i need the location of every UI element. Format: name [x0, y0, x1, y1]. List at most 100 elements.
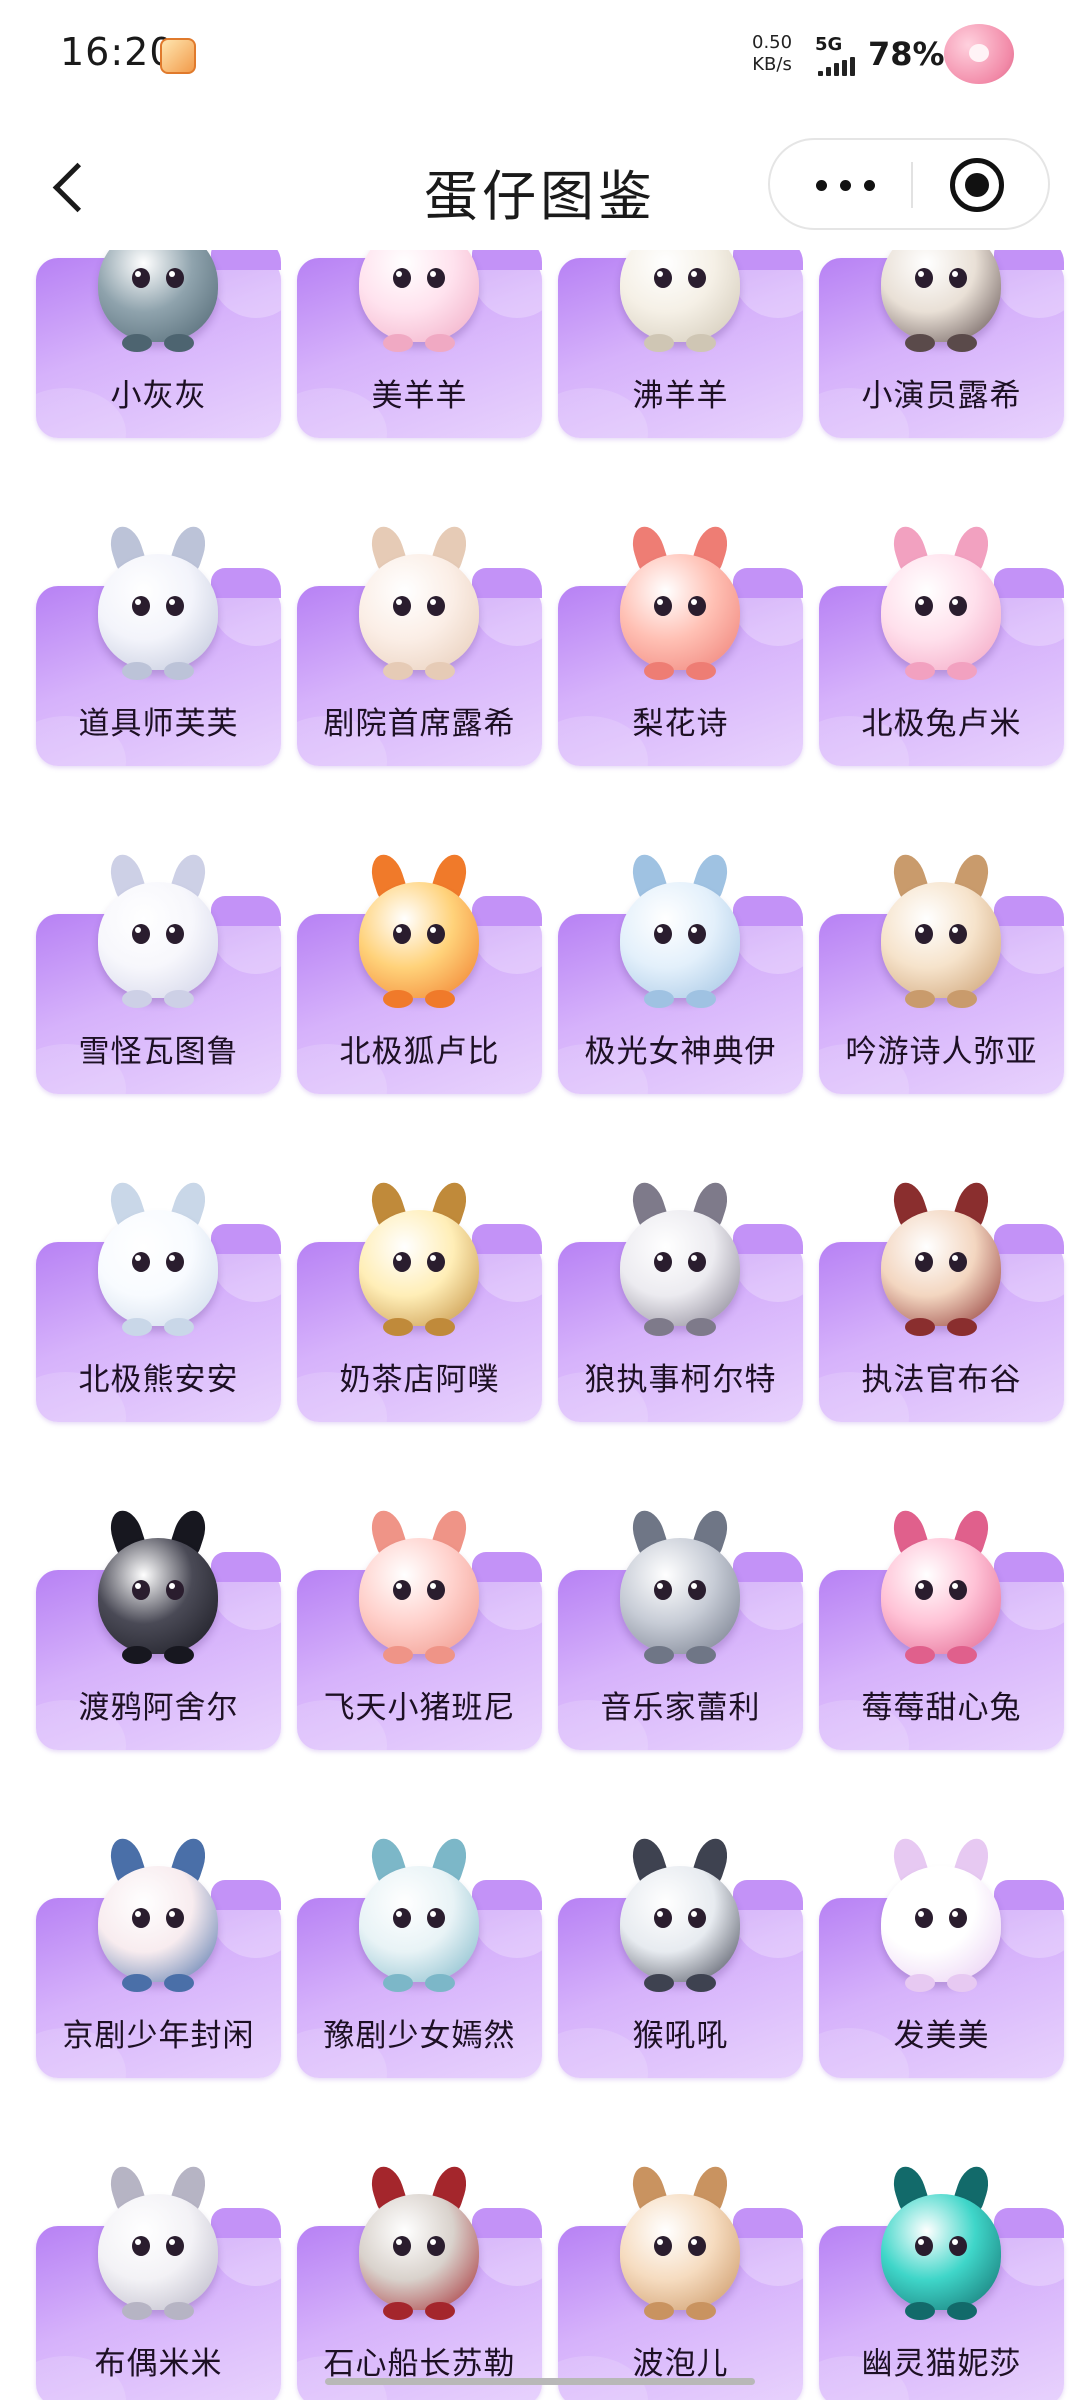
character-catalog: 小灰灰 美羊羊 沸羊羊 小演员露希 道具师芙芙 剧院首席露希 梨花诗 北极兔卢米 雪怪瓦图鲁 北极… [0, 250, 1080, 2400]
character-card[interactable]: 执法官布谷 [819, 1182, 1064, 1422]
character-card[interactable]: 雪怪瓦图鲁 [36, 854, 281, 1094]
character-name: 雪怪瓦图鲁 [78, 1034, 239, 1070]
character-card[interactable]: 美羊羊 [297, 250, 542, 438]
character-image [610, 1182, 750, 1342]
character-card[interactable]: 波泡儿 [558, 2166, 803, 2400]
character-image [349, 1510, 489, 1670]
page-title: 蛋仔图鉴 [424, 165, 656, 228]
character-image [610, 2166, 750, 2326]
character-image [871, 1510, 1011, 1670]
character-image [610, 1510, 750, 1670]
character-name: 石心船长苏勒 [323, 2346, 516, 2382]
character-card[interactable]: 北极兔卢米 [819, 526, 1064, 766]
character-image [871, 1182, 1011, 1342]
character-image [610, 250, 750, 358]
back-button[interactable] [44, 158, 104, 218]
character-name: 狼执事柯尔特 [584, 1362, 777, 1398]
character-name: 北极熊安安 [78, 1362, 239, 1398]
character-name: 极光女神典伊 [584, 1034, 777, 1070]
character-name: 幽灵猫妮莎 [861, 2346, 1022, 2382]
character-image [88, 1182, 228, 1342]
character-card[interactable]: 沸羊羊 [558, 250, 803, 438]
character-image [88, 526, 228, 686]
status-bar: 16:20 0.50 KB/s 5G 78% [0, 0, 1080, 120]
character-card[interactable]: 极光女神典伊 [558, 854, 803, 1094]
character-card[interactable]: 梨花诗 [558, 526, 803, 766]
character-image [349, 1838, 489, 1998]
character-image [88, 2166, 228, 2326]
character-image [88, 854, 228, 1014]
character-name: 发美美 [893, 2018, 990, 2054]
character-name: 沸羊羊 [632, 378, 729, 414]
character-card[interactable]: 布偶米米 [36, 2166, 281, 2400]
character-name: 北极兔卢米 [861, 706, 1022, 742]
character-card[interactable]: 奶茶店阿噗 [297, 1182, 542, 1422]
character-card[interactable]: 发美美 [819, 1838, 1064, 2078]
character-name: 道具师芙芙 [78, 706, 239, 742]
character-card[interactable]: 莓莓甜心兔 [819, 1510, 1064, 1750]
character-card[interactable]: 小灰灰 [36, 250, 281, 438]
character-name: 京剧少年封闲 [62, 2018, 255, 2054]
character-image [349, 1182, 489, 1342]
character-name: 剧院首席露希 [323, 706, 516, 742]
character-card[interactable]: 石心船长苏勒 [297, 2166, 542, 2400]
character-name: 梨花诗 [632, 706, 729, 742]
character-image [610, 854, 750, 1014]
character-image [88, 1510, 228, 1670]
character-card[interactable]: 吟游诗人弥亚 [819, 854, 1064, 1094]
character-card[interactable]: 道具师芙芙 [36, 526, 281, 766]
character-card[interactable]: 剧院首席露希 [297, 526, 542, 766]
character-image [871, 854, 1011, 1014]
miniprogram-capsule [768, 138, 1050, 230]
home-indicator[interactable] [325, 2378, 755, 2385]
user-avatar-icon [944, 24, 1014, 84]
network-type: 5G [815, 34, 843, 55]
character-name: 飞天小猪班尼 [323, 1690, 516, 1726]
network-speed: 0.50 KB/s [752, 32, 792, 76]
character-name: 小灰灰 [110, 378, 207, 414]
character-card[interactable]: 京剧少年封闲 [36, 1838, 281, 2078]
character-card[interactable]: 豫剧少女嫣然 [297, 1838, 542, 2078]
character-image [349, 250, 489, 358]
character-image [349, 2166, 489, 2326]
character-card[interactable]: 飞天小猪班尼 [297, 1510, 542, 1750]
character-name: 北极狐卢比 [339, 1034, 500, 1070]
nav-bar: 蛋仔图鉴 [0, 130, 1080, 250]
character-image [88, 1838, 228, 1998]
more-options-icon[interactable] [810, 160, 880, 210]
status-time: 16:20 [60, 30, 175, 74]
app-notification-icon [160, 38, 196, 74]
character-image [610, 1838, 750, 1998]
capsule-divider [911, 162, 913, 208]
character-card[interactable]: 狼执事柯尔特 [558, 1182, 803, 1422]
character-card[interactable]: 渡鸦阿舍尔 [36, 1510, 281, 1750]
character-card[interactable]: 猴吼吼 [558, 1838, 803, 2078]
character-name: 小演员露希 [861, 378, 1022, 414]
character-card[interactable]: 北极熊安安 [36, 1182, 281, 1422]
character-name: 莓莓甜心兔 [861, 1690, 1022, 1726]
character-card[interactable]: 小演员露希 [819, 250, 1064, 438]
network-speed-value: 0.50 [752, 32, 793, 53]
character-name: 吟游诗人弥亚 [845, 1034, 1038, 1070]
character-name: 美羊羊 [371, 378, 468, 414]
character-grid: 小灰灰 美羊羊 沸羊羊 小演员露希 道具师芙芙 剧院首席露希 梨花诗 北极兔卢米 雪怪瓦图鲁 北极… [36, 250, 1064, 2400]
character-name: 布偶米米 [94, 2346, 223, 2382]
character-card[interactable]: 音乐家蕾利 [558, 1510, 803, 1750]
character-card[interactable]: 幽灵猫妮莎 [819, 2166, 1064, 2400]
network-speed-unit: KB/s [752, 54, 792, 75]
character-image [871, 2166, 1011, 2326]
character-name: 奶茶店阿噗 [339, 1362, 500, 1398]
signal-icon [818, 56, 858, 76]
character-name: 音乐家蕾利 [600, 1690, 761, 1726]
character-name: 波泡儿 [632, 2346, 729, 2382]
character-name: 豫剧少女嫣然 [323, 2018, 516, 2054]
character-card[interactable]: 北极狐卢比 [297, 854, 542, 1094]
character-image [88, 250, 228, 358]
character-name: 渡鸦阿舍尔 [78, 1690, 239, 1726]
character-name: 猴吼吼 [632, 2018, 729, 2054]
character-image [610, 526, 750, 686]
character-image [871, 250, 1011, 358]
character-name: 执法官布谷 [861, 1362, 1022, 1398]
close-miniprogram-icon[interactable] [950, 158, 1004, 212]
character-image [349, 526, 489, 686]
